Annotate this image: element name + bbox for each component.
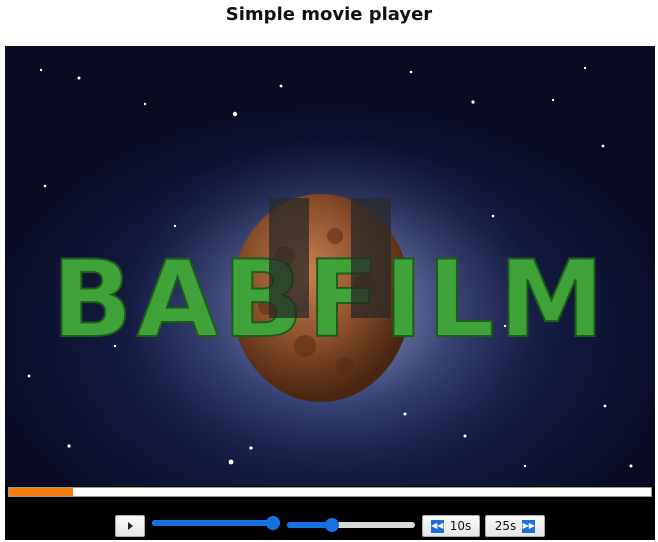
- seek-slider-thumb[interactable]: [265, 516, 280, 530]
- pause-bar-right: [351, 198, 391, 318]
- rewind-label: 10s: [449, 519, 472, 533]
- volume-slider[interactable]: [287, 518, 415, 532]
- play-icon: [127, 522, 133, 530]
- pause-icon[interactable]: [269, 198, 391, 318]
- movie-player: BABFILM ◀◀ 10s 25s ▶▶: [5, 46, 655, 540]
- progress-bar[interactable]: [8, 487, 652, 497]
- volume-slider-thumb[interactable]: [324, 518, 339, 532]
- rewind-button[interactable]: ◀◀ 10s: [422, 515, 480, 537]
- video-frame[interactable]: BABFILM: [5, 46, 655, 486]
- rewind-icon: ◀◀: [430, 519, 444, 533]
- seek-slider-fill: [152, 520, 273, 526]
- pause-bar-left: [269, 198, 309, 318]
- play-button[interactable]: [115, 515, 145, 537]
- seek-slider[interactable]: [152, 516, 280, 530]
- player-controls: ◀◀ 10s 25s ▶▶: [5, 512, 655, 540]
- progress-fill: [9, 488, 74, 496]
- fast-forward-icon: ▶▶: [522, 519, 536, 533]
- page-title: Simple movie player: [225, 4, 433, 25]
- fast-forward-button[interactable]: 25s ▶▶: [485, 515, 545, 537]
- fast-forward-label: 25s: [494, 519, 517, 533]
